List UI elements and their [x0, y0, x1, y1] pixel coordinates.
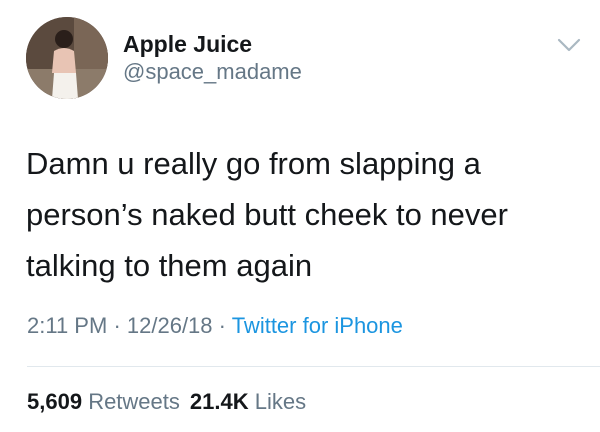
tweet-date[interactable]: 12/26/18: [127, 313, 213, 338]
likes-stat[interactable]: 21.4K Likes: [190, 389, 306, 414]
user-display-name[interactable]: Apple Juice: [123, 30, 252, 58]
tweet-text: Damn u really go from slapping a person’…: [26, 146, 508, 283]
chevron-down-icon[interactable]: [556, 36, 582, 54]
retweets-label: Retweets: [88, 389, 180, 414]
avatar-image: [26, 17, 108, 99]
meta-separator: ·: [113, 313, 121, 338]
tweet-card: Apple Juice @space_madame Damn u really …: [0, 0, 600, 432]
tweet-source-link[interactable]: Twitter for iPhone: [232, 313, 403, 338]
likes-label: Likes: [254, 389, 307, 414]
user-handle[interactable]: @space_madame: [123, 59, 302, 85]
avatar[interactable]: [26, 17, 108, 99]
likes-count: 21.4K: [189, 389, 249, 414]
meta-separator: ·: [218, 313, 226, 338]
tweet-stats: 5,609 Retweets 21.4K Likes: [27, 389, 306, 415]
retweets-stat[interactable]: 5,609 Retweets: [27, 389, 180, 414]
retweets-count: 5,609: [27, 389, 83, 414]
tweet-metadata: 2:11 PM · 12/26/18 · Twitter for iPhone: [27, 313, 403, 339]
tweet-time[interactable]: 2:11 PM: [27, 313, 107, 338]
divider: [27, 366, 600, 367]
